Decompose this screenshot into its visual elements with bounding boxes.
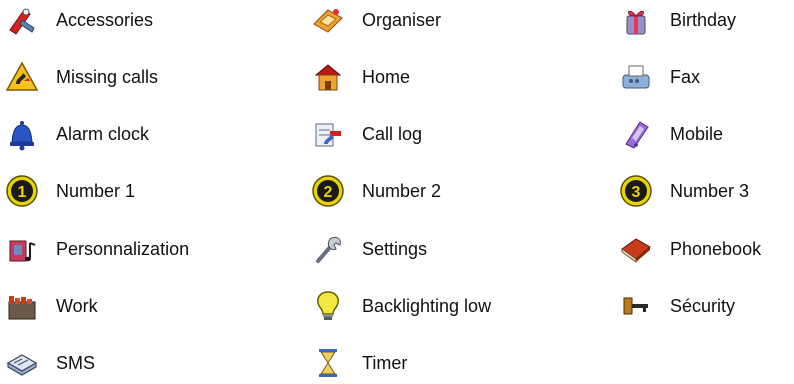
legend-label: Missing calls <box>56 67 159 87</box>
icon-legend: Accessories Organiser Birthday Missing c… <box>0 0 794 384</box>
backlighting-low-icon <box>310 288 346 324</box>
call-log-icon <box>310 116 346 152</box>
legend-label: Timer <box>362 353 408 373</box>
legend-label: Number 2 <box>362 181 442 201</box>
legend-label: SMS <box>56 353 96 373</box>
legend-label: Mobile <box>670 124 724 144</box>
svg-text:3: 3 <box>632 184 641 201</box>
personnalization-icon <box>4 231 40 267</box>
legend-label: Call log <box>362 124 423 144</box>
work-icon <box>4 288 40 324</box>
accessories-icon <box>4 2 40 38</box>
legend-label: Number 3 <box>670 181 750 201</box>
number-3-icon: 3 <box>618 173 654 209</box>
legend-label: Backlighting low <box>362 296 492 316</box>
legend-label: Personnalization <box>56 239 190 259</box>
svg-text:1: 1 <box>18 184 27 201</box>
number-2-icon: 2 <box>310 173 346 209</box>
fax-icon <box>618 59 654 95</box>
mobile-icon <box>618 116 654 152</box>
timer-icon <box>310 345 346 381</box>
legend-label: Number 1 <box>56 181 136 201</box>
phonebook-icon <box>618 231 654 267</box>
legend-label: Phonebook <box>670 239 762 259</box>
sms-icon <box>4 345 40 381</box>
legend-label: Alarm clock <box>56 124 150 144</box>
legend-label: Birthday <box>670 10 737 30</box>
security-icon <box>618 288 654 324</box>
birthday-icon <box>618 2 654 38</box>
alarm-clock-icon <box>4 116 40 152</box>
legend-label: Organiser <box>362 10 442 30</box>
legend-label: Accessories <box>56 10 154 30</box>
missing-calls-icon <box>4 59 40 95</box>
legend-label: Home <box>362 67 411 87</box>
organiser-icon <box>310 2 346 38</box>
legend-label: Work <box>56 296 98 316</box>
legend-label: Fax <box>670 67 701 87</box>
svg-text:2: 2 <box>324 184 333 201</box>
home-icon <box>310 59 346 95</box>
legend-label: Settings <box>362 239 428 259</box>
settings-icon <box>310 231 346 267</box>
legend-label: Sécurity <box>670 296 736 316</box>
number-1-icon: 1 <box>4 173 40 209</box>
